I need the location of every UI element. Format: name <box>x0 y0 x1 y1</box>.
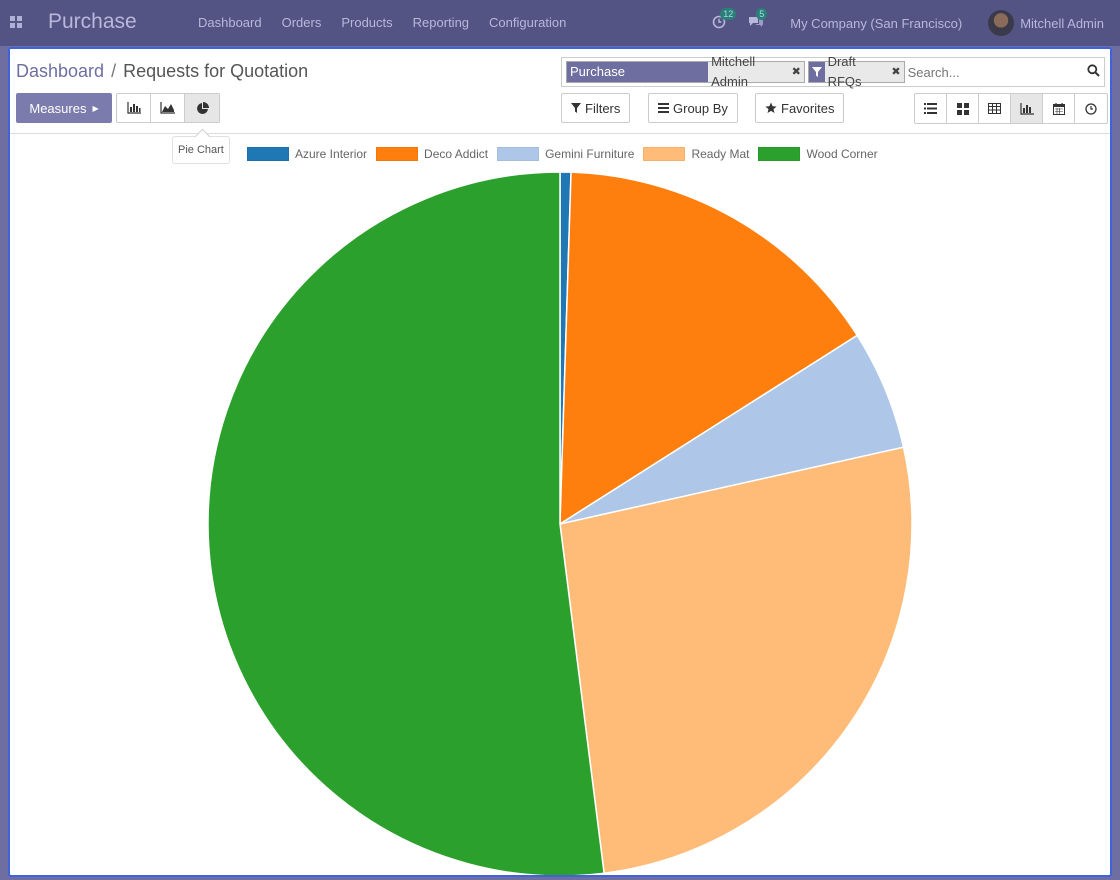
messages-badge: 5 <box>756 7 768 20</box>
user-menu[interactable]: Mitchell Admin <box>988 10 1104 36</box>
menu-dashboard[interactable]: Dashboard <box>198 15 262 30</box>
apps-menu-icon[interactable] <box>10 16 22 28</box>
pie-chart <box>207 171 913 875</box>
menu-configuration[interactable]: Configuration <box>489 15 566 30</box>
pie-chart-tooltip: Pie Chart <box>172 136 230 164</box>
systray: 12 5 My Company (San Francisco) Mitchell… <box>712 0 1120 46</box>
app-brand[interactable]: Purchase <box>48 10 137 34</box>
main-menu: Dashboard Orders Products Reporting Conf… <box>198 15 586 30</box>
main-panel: Dashboard / Requests for Quotation Purch… <box>8 47 1112 877</box>
pie-slice-wood-corner[interactable] <box>207 171 605 875</box>
company-switcher[interactable]: My Company (San Francisco) <box>790 16 962 31</box>
menu-orders[interactable]: Orders <box>282 15 322 30</box>
messages-icon[interactable]: 5 <box>748 7 768 32</box>
menu-products[interactable]: Products <box>341 15 392 30</box>
menu-reporting[interactable]: Reporting <box>413 15 469 30</box>
activity-badge: 12 <box>720 7 737 20</box>
top-navbar: Purchase Dashboard Orders Products Repor… <box>0 0 1120 46</box>
activity-clock-icon[interactable]: 12 <box>712 7 737 32</box>
user-name: Mitchell Admin <box>1020 15 1104 31</box>
avatar <box>988 10 1015 36</box>
